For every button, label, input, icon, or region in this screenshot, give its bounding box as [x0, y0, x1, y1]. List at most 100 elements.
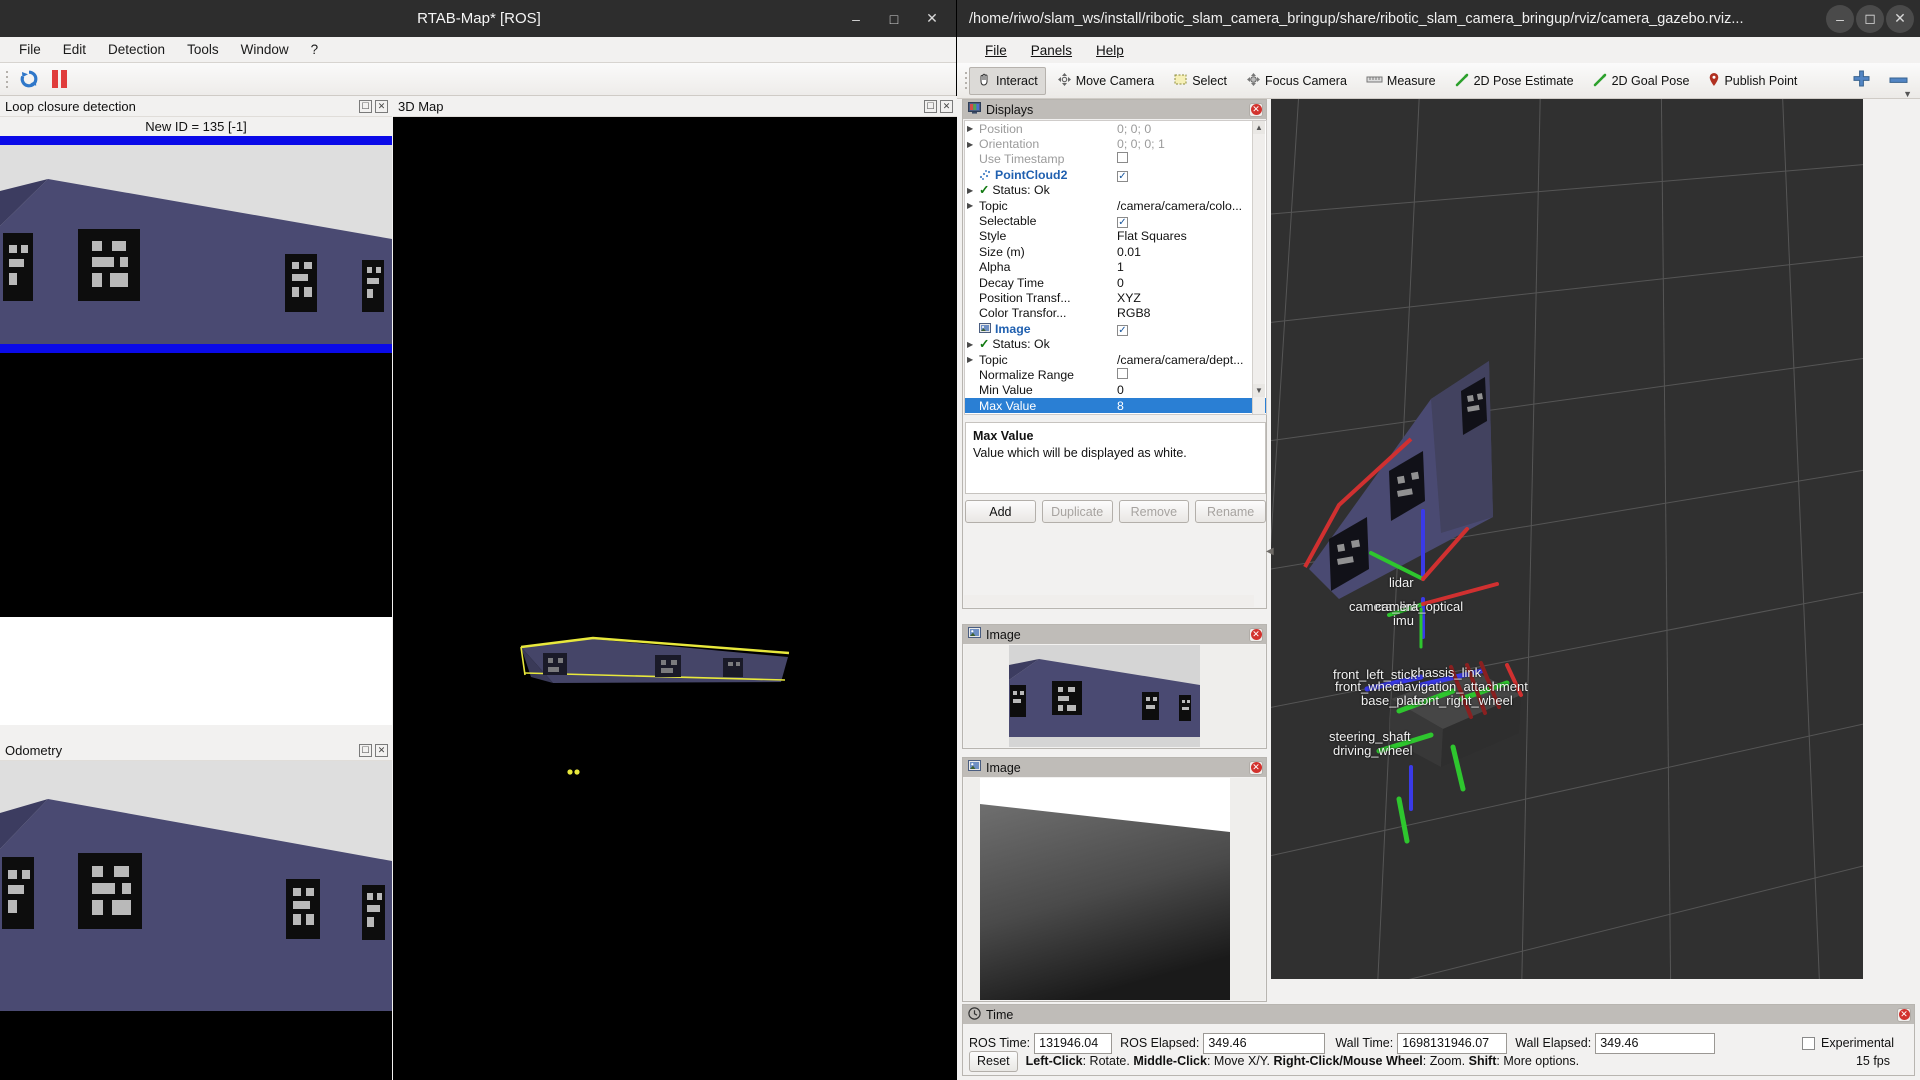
- expand-arrow-icon[interactable]: ▶: [967, 186, 978, 195]
- close-icon[interactable]: ✕: [1886, 4, 1914, 33]
- maximize-icon[interactable]: □: [876, 5, 912, 33]
- remove-button[interactable]: Remove: [1118, 500, 1190, 523]
- close-icon[interactable]: ✕: [1249, 627, 1263, 642]
- display-row-checkbox[interactable]: [1117, 152, 1128, 164]
- close-icon[interactable]: ✕: [914, 5, 950, 33]
- displays-tree-hscrollbar[interactable]: [964, 595, 1254, 607]
- display-row[interactable]: Alpha 1: [965, 260, 1266, 275]
- close-icon[interactable]: ✕: [1897, 1007, 1911, 1022]
- menu-detection[interactable]: Detection: [97, 40, 176, 59]
- add-button[interactable]: Add: [965, 500, 1036, 523]
- display-row[interactable]: Use Timestamp: [965, 152, 1266, 167]
- menu-file[interactable]: File: [8, 40, 52, 59]
- display-row[interactable]: PointCloud2 ✓: [965, 167, 1266, 182]
- displays-tree-scrollbar[interactable]: ▲ ▼: [1252, 121, 1265, 414]
- scroll-down-icon[interactable]: ▼: [1253, 384, 1265, 397]
- minimize-icon[interactable]: –: [838, 5, 874, 33]
- loop-closure-image-bottom[interactable]: [0, 353, 392, 617]
- display-row[interactable]: Color Transfor... RGB8: [965, 306, 1266, 321]
- odometry-view[interactable]: [0, 761, 392, 1080]
- display-row-checkbox[interactable]: [1117, 367, 1128, 379]
- collapse-left-icon[interactable]: ◀: [1266, 546, 1274, 557]
- display-description: Max Value Value which will be displayed …: [965, 422, 1266, 494]
- display-row-checkbox[interactable]: ✓: [1117, 324, 1128, 336]
- close-icon[interactable]: ✕: [1249, 760, 1263, 775]
- tool-publish-point[interactable]: Publish Point: [1700, 67, 1805, 95]
- rename-button[interactable]: Rename: [1195, 500, 1266, 523]
- frame-label-lidar: lidar: [1389, 575, 1414, 590]
- expand-arrow-icon[interactable]: ▶: [967, 201, 978, 210]
- displays-tree[interactable]: ▶ Position 0; 0; 0 ▶ Orientation 0; 0; 0; 1 Us…: [964, 120, 1267, 415]
- experimental-toggle[interactable]: Experimental: [1802, 1036, 1908, 1050]
- display-row[interactable]: Selectable ✓: [965, 213, 1266, 229]
- minus-icon[interactable]: [1889, 72, 1908, 90]
- display-row-checkbox[interactable]: ✓: [1117, 170, 1128, 182]
- menu-file[interactable]: File: [973, 41, 1019, 60]
- duplicate-button[interactable]: Duplicate: [1041, 500, 1113, 523]
- display-row[interactable]: ▶ Topic/camera/camera/colo...: [965, 198, 1266, 213]
- display-row[interactable]: ▶ ✓ Status: Ok: [965, 183, 1266, 198]
- image-dock-1-view[interactable]: [964, 645, 1265, 747]
- tool-2d-pose-estimate[interactable]: 2D Pose Estimate: [1447, 67, 1582, 95]
- tool-focus-camera[interactable]: Focus Camera: [1238, 67, 1355, 95]
- loop-closure-panel-header: Loop closure detection ☐ ✕: [0, 96, 392, 117]
- loop-closure-image-top[interactable]: [0, 136, 392, 353]
- display-row-value: 0; 0; 0; 1: [1117, 137, 1165, 152]
- minimize-icon[interactable]: –: [1826, 4, 1854, 33]
- float-icon[interactable]: ☐: [924, 99, 937, 113]
- display-row[interactable]: Size (m) 0.01: [965, 244, 1266, 259]
- reset-button[interactable]: Reset: [969, 1050, 1018, 1072]
- expand-arrow-icon[interactable]: ▶: [967, 124, 978, 133]
- rviz-3d-viewport[interactable]: lidar camera_link camera_optical imu fro…: [1271, 99, 1863, 979]
- float-icon[interactable]: ☐: [359, 743, 372, 757]
- display-row-value: /camera/camera/dept...: [1117, 352, 1244, 367]
- menu-window[interactable]: Window: [230, 40, 300, 59]
- display-row[interactable]: Normalize Range: [965, 367, 1266, 382]
- tool-measure[interactable]: Measure: [1358, 68, 1444, 94]
- tool-interact[interactable]: Interact: [969, 66, 1046, 95]
- close-icon[interactable]: ✕: [375, 743, 388, 757]
- experimental-checkbox[interactable]: [1802, 1036, 1816, 1050]
- display-row[interactable]: Image ✓: [965, 321, 1266, 336]
- plus-icon[interactable]: [1852, 69, 1871, 93]
- close-icon[interactable]: ✕: [375, 99, 388, 113]
- menu-panels[interactable]: Panels: [1019, 41, 1084, 60]
- display-row[interactable]: ▶ ✓ Status: Ok: [965, 336, 1266, 351]
- menu-tools[interactable]: Tools: [176, 40, 230, 59]
- tool-move-camera[interactable]: Move Camera: [1049, 67, 1163, 95]
- image-dock-color: Image ✕: [962, 624, 1267, 749]
- display-row[interactable]: ▶ Position 0; 0; 0: [965, 121, 1266, 136]
- refresh-icon[interactable]: [18, 68, 40, 90]
- display-row[interactable]: ▶ Topic/camera/camera/dept...: [965, 352, 1266, 367]
- frame-label-navigation-attachment: navigation_attachment: [1397, 679, 1528, 694]
- scroll-up-icon[interactable]: ▲: [1253, 121, 1265, 134]
- expand-arrow-icon[interactable]: ▶: [967, 355, 978, 364]
- map3d-panel: 3D Map ☐ ✕: [393, 96, 957, 1080]
- maximize-icon[interactable]: ◻: [1856, 4, 1884, 33]
- display-row[interactable]: Min Value 0: [965, 383, 1266, 398]
- tool-2d-goal-pose[interactable]: 2D Goal Pose: [1585, 67, 1698, 95]
- focus-camera-icon: [1246, 72, 1261, 90]
- display-row[interactable]: Max Value 8: [965, 398, 1266, 414]
- clock-icon: [968, 1006, 981, 1023]
- menu-help[interactable]: Help: [1084, 41, 1136, 60]
- expand-arrow-icon[interactable]: ▶: [967, 140, 978, 149]
- display-row[interactable]: Position Transf... XYZ: [965, 290, 1266, 305]
- display-row[interactable]: ▶ Orientation 0; 0; 0; 1: [965, 136, 1266, 151]
- display-row-checkbox[interactable]: ✓: [1117, 217, 1128, 229]
- display-row[interactable]: Decay Time 0: [965, 275, 1266, 290]
- tool-select[interactable]: Select: [1165, 67, 1235, 95]
- close-icon[interactable]: ✕: [1249, 102, 1263, 117]
- image-dock-2-view[interactable]: [964, 778, 1265, 1000]
- float-icon[interactable]: ☐: [359, 99, 372, 113]
- display-row-value: 1: [1117, 260, 1124, 275]
- close-icon[interactable]: ✕: [940, 99, 953, 113]
- pause-icon[interactable]: [48, 68, 70, 90]
- expand-arrow-icon[interactable]: ▶: [967, 340, 978, 349]
- chevron-down-icon[interactable]: ▼: [1903, 89, 1912, 99]
- display-row[interactable]: Style Flat Squares: [965, 229, 1266, 244]
- map3d-view[interactable]: [393, 117, 957, 1080]
- menu-edit[interactable]: Edit: [52, 40, 97, 59]
- toolbar-grip[interactable]: [4, 69, 10, 89]
- menu-help[interactable]: ?: [300, 40, 330, 59]
